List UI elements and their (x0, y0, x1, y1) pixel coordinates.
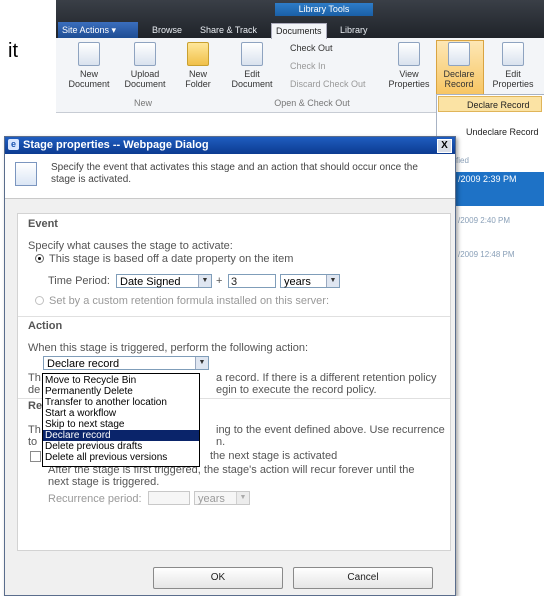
new-folder-button[interactable]: New Folder (178, 42, 218, 89)
recurrence-unit-value: years (198, 493, 225, 505)
action-dropdown-list: Move to Recycle Bin Permanently Delete T… (42, 373, 200, 467)
chevron-down-icon: ▼ (236, 492, 249, 504)
cancel-button[interactable]: Cancel (293, 567, 433, 589)
time-period-label: Time Period: (48, 275, 110, 287)
calendar-clock-icon (15, 162, 37, 186)
tab-library[interactable]: Library (340, 23, 368, 38)
view-properties-label: View Properties (388, 69, 430, 89)
dialog-header: Specify the event that activates this st… (5, 154, 455, 199)
list-item[interactable]: /2009 12:48 PM (458, 250, 514, 259)
action-option[interactable]: Delete previous drafts (43, 441, 199, 452)
action-selected-value: Declare record (47, 358, 120, 370)
chevron-down-icon: ▼ (326, 275, 339, 287)
upload-document-icon (134, 42, 156, 66)
recurrence-checkbox[interactable] (30, 451, 41, 462)
action-instruction: When this stage is triggered, perform th… (28, 342, 309, 354)
recurrence-unit-select[interactable]: years ▼ (194, 491, 250, 505)
event-instruction: Specify what causes the stage to activat… (28, 240, 233, 252)
recurrence-desc-start: Th (28, 424, 41, 436)
site-actions-label: Site Actions (62, 25, 110, 35)
upload-document-button[interactable]: Upload Document (118, 42, 172, 89)
view-properties-icon (398, 42, 420, 66)
ok-button[interactable]: OK (153, 567, 283, 589)
column-header-modified[interactable]: fied (456, 156, 469, 165)
period-unit-select[interactable]: years ▼ (280, 274, 340, 288)
group-label-new: New (133, 98, 152, 108)
close-button[interactable]: X (437, 139, 452, 153)
action-option[interactable]: Skip to next stage (43, 419, 199, 430)
upload-document-label: Upload Document (124, 69, 166, 89)
event-heading: Event (28, 218, 58, 230)
new-document-label: New Document (68, 69, 110, 89)
action-desc-line1-end: a record. If there is a different retent… (216, 372, 437, 384)
new-document-button[interactable]: New Document (62, 42, 116, 89)
group-label-open-check-out: Open & Check Out (274, 98, 350, 108)
discard-check-out-button[interactable]: Discard Check Out (290, 79, 366, 89)
dialog-title: Stage properties -- Webpage Dialog (23, 139, 209, 151)
dialog-description: Specify the event that activates this st… (51, 162, 418, 185)
date-field-value: Date Signed (120, 276, 181, 288)
list-item[interactable]: /2009 2:40 PM (458, 216, 510, 225)
action-option-selected[interactable]: Declare record (43, 430, 199, 441)
view-properties-button[interactable]: View Properties (386, 42, 432, 89)
menu-item-declare-record[interactable]: Declare Record (438, 96, 542, 112)
recurrence-note: After the stage is first triggered, the … (48, 464, 415, 488)
edit-properties-label: Edit Properties (492, 69, 534, 89)
action-option[interactable]: Delete all previous versions (43, 452, 199, 463)
edit-properties-icon (502, 42, 524, 66)
recurrence-desc-end: ing to the event defined above. Use recu… (216, 424, 445, 436)
recurrence-checkbox-label: the next stage is activated (210, 450, 338, 462)
action-heading: Action (28, 320, 63, 332)
chevron-down-icon: ▼ (195, 357, 208, 369)
chevron-down-icon: ▼ (198, 275, 211, 287)
check-out-button[interactable]: Check Out (290, 43, 333, 53)
dialog-titlebar[interactable]: e Stage properties -- Webpage Dialog X (5, 137, 455, 154)
action-option[interactable]: Transfer to another location (43, 397, 199, 408)
period-unit-value: years (284, 276, 311, 288)
declare-record-icon (448, 42, 470, 66)
document-list: fied /2009 2:39 PM /2009 2:40 PM /2009 1… (452, 142, 544, 442)
period-amount-input[interactable]: 3 (228, 274, 276, 288)
stage-properties-dialog: e Stage properties -- Webpage Dialog X S… (4, 136, 456, 596)
document-text-fragment: it (8, 40, 18, 62)
action-select[interactable]: Declare record ▼ (43, 356, 209, 370)
declare-record-button[interactable]: Declare Record (434, 42, 484, 89)
edit-document-label: Edit Document (231, 69, 273, 89)
list-item[interactable]: /2009 2:39 PM (452, 172, 544, 206)
edit-document-button[interactable]: Edit Document (230, 42, 274, 89)
edit-document-icon (241, 42, 263, 66)
ie-icon: e (8, 139, 19, 150)
custom-formula-label: Set by a custom retention formula instal… (49, 295, 330, 307)
action-desc-line1-start: Th (28, 372, 41, 384)
divider (18, 316, 450, 317)
declare-record-label: Declare Record (443, 69, 475, 89)
action-option[interactable]: Move to Recycle Bin (43, 375, 199, 386)
list-item-modified: /2009 2:39 PM (458, 174, 517, 184)
plus-sign: + (216, 275, 223, 287)
recurrence-heading: Re (28, 400, 43, 412)
recurrence-desc2-start: to (28, 436, 38, 448)
menu-item-undeclare-record[interactable]: Undeclare Record (466, 127, 539, 137)
site-actions-menu[interactable]: Site Actions ▾ (58, 22, 138, 38)
recurrence-period-input[interactable] (148, 491, 190, 505)
action-option[interactable]: Permanently Delete (43, 386, 199, 397)
tab-share-track[interactable]: Share & Track (200, 23, 257, 38)
date-property-label: This stage is based off a date property … (49, 253, 294, 265)
action-desc-line2-start: de (28, 384, 41, 396)
custom-formula-radio[interactable] (35, 296, 44, 305)
recurrence-period-label: Recurrence period: (48, 493, 142, 505)
folder-icon (187, 42, 209, 66)
action-desc-line2-end: egin to execute the record policy. (216, 384, 377, 396)
new-document-icon (78, 42, 100, 66)
library-tools-context-label: Library Tools (275, 3, 373, 16)
tab-documents[interactable]: Documents (271, 23, 327, 39)
new-folder-label: New Folder (185, 69, 211, 89)
edit-properties-button[interactable]: Edit Properties (488, 42, 538, 89)
date-property-radio[interactable] (35, 254, 44, 263)
action-option[interactable]: Start a workflow (43, 408, 199, 419)
check-in-button[interactable]: Check In (290, 61, 326, 71)
recurrence-desc2-end: n. (216, 436, 226, 448)
date-field-select[interactable]: Date Signed ▼ (116, 274, 212, 288)
tab-browse[interactable]: Browse (152, 23, 182, 38)
